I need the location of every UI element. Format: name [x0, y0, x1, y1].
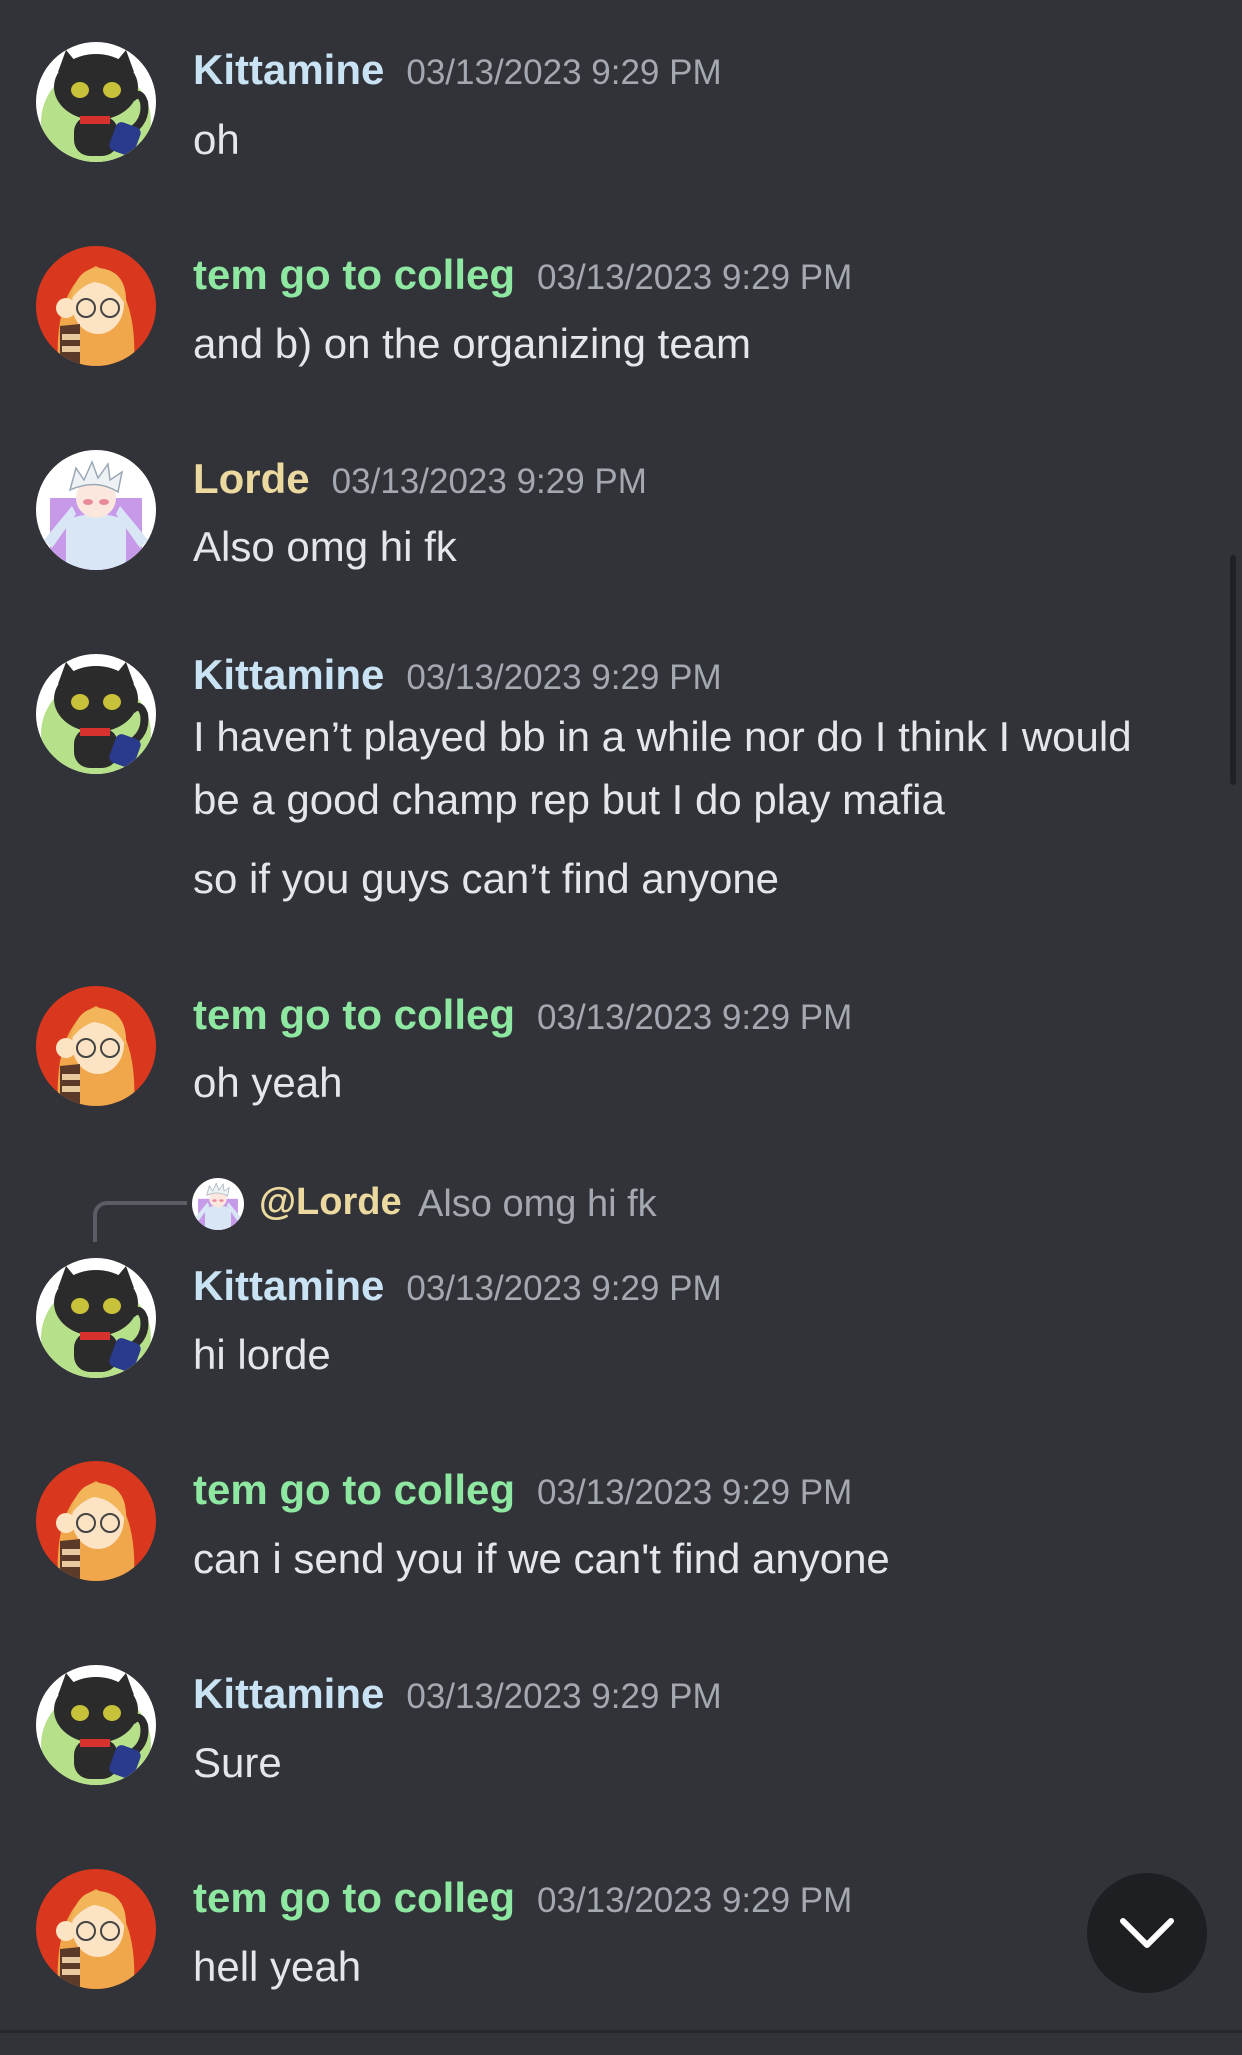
author-name[interactable]: tem go to colleg: [193, 1466, 515, 1513]
message-text: oh: [193, 116, 240, 163]
white-hair-anime-avatar-icon[interactable]: [36, 450, 156, 570]
author-name[interactable]: Kittamine: [193, 1670, 384, 1717]
author-name[interactable]: Kittamine: [193, 46, 384, 93]
author-name[interactable]: Lorde: [193, 455, 310, 502]
author-name[interactable]: tem go to colleg: [193, 1874, 515, 1921]
timestamp: 03/13/2023 9:29 PM: [406, 658, 722, 697]
orange-hair-girl-avatar-icon[interactable]: [36, 1869, 156, 1989]
black-cat-avatar-icon[interactable]: [36, 42, 156, 162]
orange-hair-girl-avatar-icon[interactable]: [36, 1461, 156, 1581]
author-name[interactable]: Kittamine: [193, 1262, 384, 1309]
timestamp: 03/13/2023 9:29 PM: [537, 998, 853, 1037]
timestamp: 03/13/2023 9:29 PM: [537, 1473, 853, 1512]
message-text: Also omg hi fk: [193, 523, 457, 570]
message-text: Sure: [193, 1739, 282, 1786]
message-text: hell yeah: [193, 1943, 362, 1990]
reply-mention[interactable]: @Lorde: [259, 1181, 402, 1224]
author-name[interactable]: Kittamine: [193, 651, 384, 698]
timestamp: 03/13/2023 9:29 PM: [331, 462, 647, 501]
message-text: oh yeah: [193, 1059, 343, 1106]
message-text: and b) on the organizing team: [193, 320, 752, 367]
author-name[interactable]: tem go to colleg: [193, 251, 515, 298]
timestamp: 03/13/2023 9:29 PM: [406, 1269, 722, 1308]
author-name[interactable]: tem go to colleg: [193, 991, 515, 1038]
jump-to-bottom-button[interactable]: [1087, 1873, 1207, 1993]
orange-hair-girl-avatar-icon[interactable]: [36, 246, 156, 366]
message-text: so if you guys can’t find anyone: [193, 855, 780, 902]
orange-hair-girl-avatar-icon[interactable]: [36, 986, 156, 1106]
timestamp: 03/13/2023 9:29 PM: [537, 258, 853, 297]
timestamp: 03/13/2023 9:29 PM: [537, 1881, 853, 1920]
black-cat-avatar-icon[interactable]: [36, 1258, 156, 1378]
reply-connector: [93, 1201, 187, 1242]
message-text: hi lorde: [193, 1331, 331, 1378]
bottom-divider: [0, 2030, 1242, 2033]
message-text: be a good champ rep but I do play mafia: [193, 776, 945, 823]
message-text: I haven’t played bb in a while nor do I …: [193, 713, 1132, 760]
black-cat-avatar-icon[interactable]: [36, 1665, 156, 1785]
scrollbar[interactable]: [1230, 555, 1236, 785]
message-text: can i send you if we can't find anyone: [193, 1535, 890, 1582]
timestamp: 03/13/2023 9:29 PM: [406, 1677, 722, 1716]
chevron-down-icon: [1120, 1918, 1174, 1948]
timestamp: 03/13/2023 9:29 PM: [406, 53, 722, 92]
reply-preview-text[interactable]: Also omg hi fk: [418, 1183, 657, 1226]
black-cat-avatar-icon[interactable]: [36, 654, 156, 774]
white-hair-anime-avatar-icon[interactable]: [192, 1178, 244, 1230]
